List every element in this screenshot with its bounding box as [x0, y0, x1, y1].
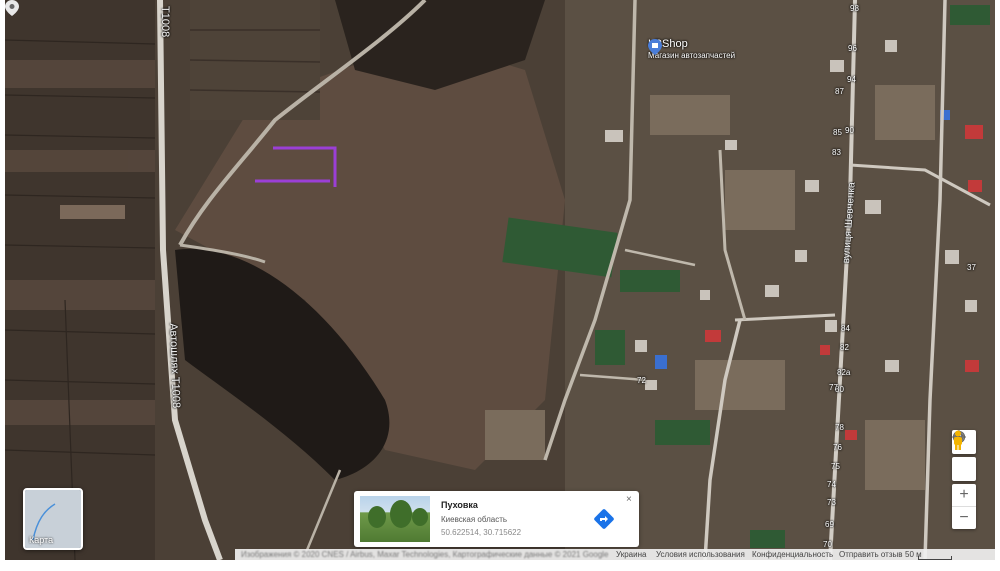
- satellite-imagery: [5, 0, 995, 560]
- place-coordinates: 50.622514, 30.715622: [441, 528, 522, 537]
- place-title: Пуховка: [441, 500, 478, 510]
- zoom-control: + −: [952, 484, 976, 529]
- feedback-link[interactable]: Отправить отзыв: [839, 550, 903, 559]
- scale-bar: [918, 556, 952, 560]
- house-number: 72: [637, 376, 646, 385]
- country-link[interactable]: Украина: [616, 550, 646, 559]
- road-label-top: Т1008: [159, 6, 171, 38]
- house-number: 70: [823, 540, 832, 549]
- place-photo: [360, 496, 430, 542]
- place-region: Киевская область: [441, 515, 508, 524]
- directions-icon[interactable]: [593, 508, 615, 530]
- map-footer: Изображения © 2020 CNES / Airbus, Maxar …: [235, 549, 995, 560]
- house-number: 69: [825, 520, 834, 529]
- shop-pin-icon: [648, 39, 662, 55]
- house-number: 83: [832, 148, 841, 157]
- house-number: 37: [967, 263, 976, 272]
- house-number: 96: [848, 44, 857, 53]
- my-location-button[interactable]: [952, 430, 976, 481]
- house-number: 74: [827, 480, 836, 489]
- poi-lrshop[interactable]: LRShop Магазин автозапчастей: [648, 39, 735, 61]
- house-number: 94: [847, 75, 856, 84]
- map-type-label: Карта: [29, 535, 54, 545]
- house-number: 77: [829, 383, 838, 392]
- satellite-map[interactable]: Т1008 Автошлях Т1008 вулиця Шевченка LRS…: [5, 0, 995, 560]
- house-number: 87: [835, 87, 844, 96]
- house-number: 76: [833, 443, 842, 452]
- zoom-in-button[interactable]: +: [952, 484, 976, 506]
- house-number: 98: [850, 4, 859, 13]
- zoom-out-button[interactable]: −: [952, 507, 976, 529]
- attribution-text: Изображения © 2020 CNES / Airbus, Maxar …: [241, 550, 609, 559]
- house-number: 75: [831, 462, 840, 471]
- house-number: 90: [845, 126, 854, 135]
- house-number: 73: [827, 498, 836, 507]
- close-button[interactable]: ×: [626, 494, 632, 505]
- house-number: 82: [840, 343, 849, 352]
- map-type-toggle[interactable]: Карта: [23, 488, 83, 550]
- house-number: 84: [841, 324, 850, 333]
- house-number: 82а: [837, 368, 851, 377]
- house-number: 78: [835, 423, 844, 432]
- house-number: 85: [833, 128, 842, 137]
- location-marker-icon[interactable]: [5, 0, 19, 16]
- map-window: Т1008 Автошлях Т1008 вулиця Шевченка LRS…: [0, 0, 1000, 571]
- privacy-link[interactable]: Конфиденциальность: [752, 550, 833, 559]
- terms-link[interactable]: Условия использования: [656, 550, 745, 559]
- map-controls: + −: [952, 430, 976, 557]
- place-card[interactable]: Пуховка Киевская область 50.622514, 30.7…: [354, 491, 639, 547]
